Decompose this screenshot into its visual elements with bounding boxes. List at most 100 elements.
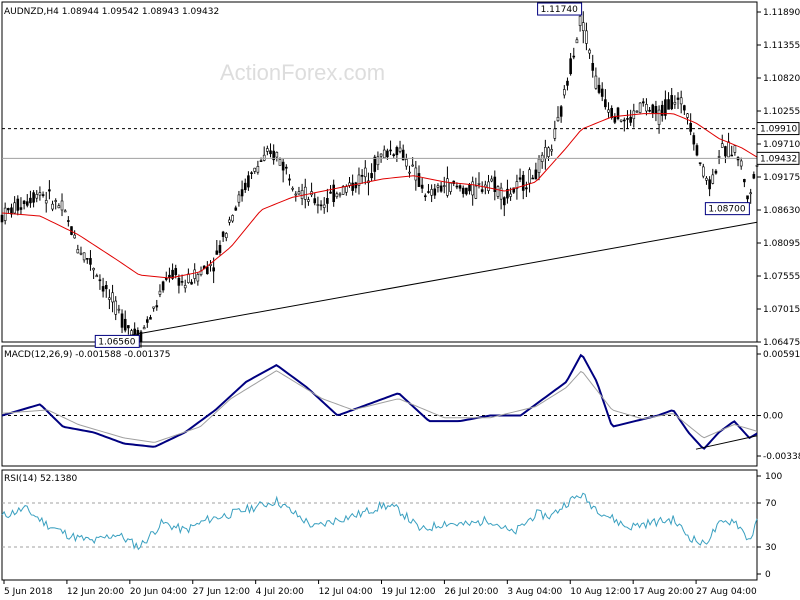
candle-body — [705, 177, 708, 181]
candle-body — [370, 173, 373, 179]
candle-body — [234, 207, 238, 211]
candle-body — [563, 89, 566, 96]
candle-body — [569, 58, 572, 75]
candle-body — [686, 113, 689, 118]
candle-body — [354, 182, 358, 189]
candle-body — [449, 182, 452, 192]
rsi-y-tick-label: 100 — [765, 472, 782, 482]
candle-body — [442, 185, 446, 187]
candle-body — [714, 170, 718, 174]
price-candles — [0, 7, 759, 348]
candle-body — [701, 166, 705, 177]
candle-body — [363, 167, 367, 178]
macd-y-tick-label: 0.00 — [763, 412, 783, 422]
price-y-tick-label: 1.08095 — [763, 239, 800, 249]
candle-body — [224, 233, 228, 238]
high-label: 1.11740 — [541, 5, 578, 15]
candle-body — [48, 189, 51, 192]
candle-body — [63, 210, 67, 213]
candle-body — [392, 154, 396, 156]
candle-body — [386, 150, 389, 158]
candle-body — [708, 179, 711, 190]
candle-body — [218, 245, 222, 253]
candle-body — [436, 185, 440, 188]
candle-body — [594, 75, 598, 89]
candle-body — [446, 178, 449, 196]
candle-body — [698, 162, 702, 164]
candle-body — [180, 281, 184, 283]
candle-body — [752, 174, 756, 179]
candle-body — [22, 200, 26, 205]
candle-body — [689, 123, 692, 132]
candle-body — [281, 161, 285, 171]
candle-body — [177, 277, 181, 286]
candle-body — [480, 189, 484, 192]
candle-body — [259, 160, 263, 162]
candle-body — [379, 153, 383, 157]
candle-body — [237, 194, 241, 203]
price-y-tick-label: 1.07015 — [763, 305, 800, 315]
candle-body — [338, 193, 342, 196]
candle-body — [502, 197, 506, 206]
candle-body — [648, 109, 651, 112]
x-tick-label: 12 Jul 04:00 — [319, 587, 373, 597]
candle-body — [307, 199, 310, 202]
candle-body — [724, 146, 727, 157]
price-y-tick-label: 1.08630 — [763, 206, 800, 216]
x-tick-label: 20 Jun 04:00 — [130, 587, 187, 597]
candle-body — [566, 80, 569, 86]
price-y-tick-label: 1.10820 — [763, 74, 800, 84]
candle-body — [146, 319, 149, 323]
macd-panel-title: MACD(12,26,9) -0.001588 -0.001375 — [4, 350, 170, 360]
rsi-panel-frame — [1, 469, 758, 581]
candle-body — [332, 184, 335, 203]
candle-body — [67, 220, 70, 222]
candle-body — [572, 55, 576, 58]
candle-body — [670, 95, 674, 110]
candle-body — [414, 167, 418, 181]
candle-body — [623, 119, 626, 122]
candle-body — [89, 258, 92, 265]
chart-canvas[interactable]: ActionForex.com AUDNZD,H4 1.08944 1.0954… — [0, 0, 800, 600]
watermark: ActionForex.com — [220, 60, 385, 85]
candle-body — [667, 99, 670, 110]
price-y-tick-label: 1.06475 — [763, 338, 800, 348]
candle-body — [619, 119, 623, 122]
candle-body — [60, 200, 64, 211]
candle-body — [7, 208, 10, 211]
candle-body — [10, 207, 13, 215]
candle-body — [468, 184, 471, 192]
macd-signal-line — [1, 370, 758, 443]
candle-body — [152, 306, 155, 309]
candle-body — [25, 201, 29, 206]
x-tick-label: 12 Jun 20:00 — [67, 587, 124, 597]
candle-body — [133, 328, 136, 335]
candle-body — [411, 164, 414, 167]
macd-line — [1, 353, 758, 450]
macd-y-tick-label: 0.005914 — [763, 350, 800, 360]
rsi-line — [1, 492, 758, 551]
candle-body — [193, 269, 196, 279]
candle-body — [458, 185, 462, 189]
candle-body — [547, 147, 550, 157]
candle-body — [711, 174, 715, 184]
candle-body — [76, 249, 80, 254]
candle-body — [600, 88, 604, 97]
candle-body — [297, 191, 301, 195]
candle-body — [720, 143, 724, 148]
candle-body — [120, 313, 124, 328]
candle-body — [161, 281, 165, 291]
candle-body — [196, 274, 200, 282]
candle-body — [521, 174, 525, 191]
candle-body — [300, 190, 304, 199]
candle-body — [127, 325, 130, 329]
last-axis-tag-label: 1.09432 — [760, 154, 797, 164]
candle-body — [247, 175, 250, 188]
candle-body — [285, 166, 288, 169]
candle-body — [319, 204, 323, 207]
candle-body — [591, 63, 595, 71]
candle-body — [92, 268, 95, 271]
candle-body — [525, 187, 528, 190]
candle-body — [695, 145, 699, 156]
price-y-tick-label: 1.11890 — [763, 8, 800, 18]
